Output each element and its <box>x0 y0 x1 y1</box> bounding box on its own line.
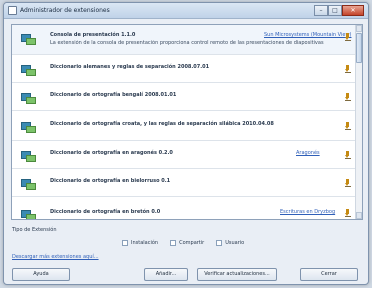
close-window-button[interactable]: ✕ <box>342 5 364 16</box>
extension-item-breton-dictionary[interactable]: Diccionario de ortografía en bretón 0.0 … <box>12 197 356 219</box>
download-icon <box>345 65 351 74</box>
download-icon <box>345 179 351 188</box>
list-scrollbar[interactable] <box>355 25 362 219</box>
download-icon <box>345 122 351 131</box>
extension-name: Diccionario de ortografía en bielorruso … <box>50 178 171 184</box>
scroll-thumb[interactable] <box>356 33 362 63</box>
extension-package-icon <box>21 65 36 76</box>
title-bar: Administrador de extensiones – □ ✕ <box>4 3 368 19</box>
extension-item-croatian-dictionary[interactable]: Diccionario de ortografía croata, y las … <box>12 111 356 141</box>
scroll-down-arrow[interactable] <box>356 212 362 219</box>
extension-item-presenter-console[interactable]: Consola de presentación 1.1.0 Sun Micros… <box>12 25 356 55</box>
filter-shared-checkbox[interactable] <box>170 240 177 246</box>
get-more-extensions-link[interactable]: Descargar más extensiones aquí... <box>12 254 99 260</box>
help-button[interactable]: Ayuda <box>12 268 70 281</box>
filter-shared[interactable]: Compartir <box>170 239 204 247</box>
filter-label: Compartir <box>179 240 205 246</box>
extension-package-icon <box>21 210 36 219</box>
extension-item-belarusian-dictionary[interactable]: Diccionario de ortografía en bielorruso … <box>12 169 356 197</box>
extension-package-icon <box>21 34 36 45</box>
filter-user-checkbox[interactable] <box>216 240 223 246</box>
app-icon <box>8 6 17 15</box>
extension-type-filters: Instalación Compartir Usuario <box>122 239 244 247</box>
extension-item-bengali-dictionary[interactable]: Diccionario de ortografía bengalí 2008.0… <box>12 83 356 111</box>
download-icon <box>345 151 351 160</box>
window-controls: – □ ✕ <box>314 5 364 16</box>
extension-name: Consola de presentación 1.1.0 <box>50 32 136 38</box>
extension-list[interactable]: Consola de presentación 1.1.0 Sun Micros… <box>11 24 363 220</box>
download-icon <box>345 209 351 218</box>
filter-installation[interactable]: Instalación <box>122 239 158 247</box>
extension-type-label: Tipo de Extensión <box>12 227 57 233</box>
download-icon <box>345 93 351 102</box>
extension-manager-window: Administrador de extensiones – □ ✕ Conso… <box>3 2 369 285</box>
minimize-button[interactable]: – <box>314 5 328 16</box>
publisher-link[interactable]: Sun Microsystems (Mountain View) <box>264 32 351 38</box>
filter-label: Usuario <box>225 240 245 246</box>
extension-package-icon <box>21 122 36 133</box>
extension-package-icon <box>21 93 36 104</box>
extension-name: Diccionario de ortografía bengalí 2008.0… <box>50 92 177 98</box>
filter-label: Instalación <box>131 240 159 246</box>
add-button[interactable]: Añadir... <box>144 268 188 281</box>
extension-name: Diccionario de ortografía croata, y las … <box>50 121 274 127</box>
publisher-link[interactable]: Aragonés <box>296 150 320 156</box>
extension-package-icon <box>21 179 36 190</box>
maximize-button[interactable]: □ <box>328 5 342 16</box>
extension-name: Diccionario de ortografía en bretón 0.0 <box>50 209 161 215</box>
scroll-up-arrow[interactable] <box>356 25 362 32</box>
filter-installation-checkbox[interactable] <box>122 240 128 246</box>
window-title: Administrador de extensiones <box>20 7 110 14</box>
extension-name: Diccionario de ortografía en aragonés 0.… <box>50 150 173 156</box>
extension-item-german-dictionary[interactable]: Diccionario alemanes y reglas de separac… <box>12 55 356 83</box>
extension-package-icon <box>21 151 36 162</box>
check-updates-button[interactable]: Verificar actualizaciones... <box>197 268 277 281</box>
extension-item-aragonese-dictionary[interactable]: Diccionario de ortografía en aragonés 0.… <box>12 141 356 169</box>
extension-name: Diccionario alemanes y reglas de separac… <box>50 64 210 70</box>
close-button[interactable]: Cerrar <box>300 268 358 281</box>
filter-user[interactable]: Usuario <box>216 239 244 247</box>
publisher-link[interactable]: Escrituras en Dryzbog <box>280 209 335 215</box>
extension-description: La extensión de la consola de presentaci… <box>50 40 324 46</box>
download-icon <box>345 33 351 42</box>
